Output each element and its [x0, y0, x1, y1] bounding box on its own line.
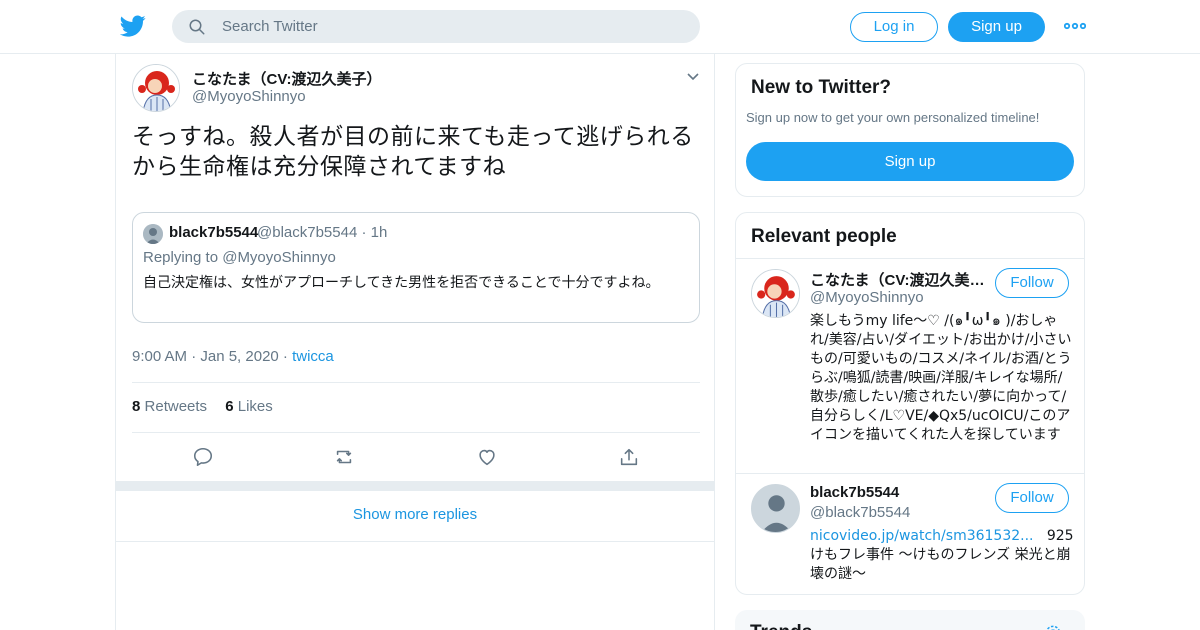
- person-item[interactable]: こなたま（CV:渡辺久美子） @MyoyoShinnyo Follow 楽しもう…: [736, 259, 1084, 473]
- new-to-twitter-card: New to Twitter? Sign up now to get your …: [735, 63, 1085, 197]
- person-avatar[interactable]: [751, 269, 800, 318]
- signup-button[interactable]: Sign up: [948, 12, 1045, 42]
- author-handle[interactable]: @MyoyoShinnyo: [192, 88, 306, 105]
- chevron-down-icon[interactable]: [686, 72, 700, 82]
- retweets-count[interactable]: 8: [132, 398, 140, 415]
- more-dots-icon[interactable]: [1064, 20, 1086, 32]
- show-more-replies-link[interactable]: Show more replies: [116, 506, 714, 523]
- quoted-replying-to: Replying to @MyoyoShinnyo: [143, 249, 336, 266]
- divider: [132, 432, 700, 433]
- tweet-time-date[interactable]: 9:00 AM · Jan 5, 2020 ·: [132, 348, 292, 365]
- tweet-timestamp: 9:00 AM · Jan 5, 2020 · twicca: [132, 348, 334, 365]
- quoted-author-handle: @black7b5544 · 1h: [257, 224, 388, 241]
- person-handle[interactable]: @MyoyoShinnyo: [810, 289, 924, 306]
- retweet-icon[interactable]: [333, 446, 355, 468]
- default-profile-icon: [143, 224, 163, 244]
- person-item[interactable]: black7b5544 @black7b5544 Follow nicovide…: [736, 474, 1084, 594]
- person-bio: 楽しもうmy life〜♡ /(๑╹ω╹๑ )/おしゃれ/美容/占い/ダイエット…: [810, 313, 1072, 443]
- quoted-author-name: black7b5544: [169, 224, 259, 241]
- person-handle[interactable]: @black7b5544: [810, 504, 910, 521]
- twitter-bird-icon[interactable]: [120, 13, 146, 39]
- quoted-avatar: [143, 224, 163, 244]
- avatar-illustration-icon: [133, 65, 179, 111]
- retweets-label[interactable]: Retweets: [145, 398, 208, 415]
- reply-icon[interactable]: [192, 446, 214, 468]
- new-to-twitter-title: New to Twitter?: [751, 77, 892, 98]
- divider: [132, 382, 700, 383]
- quoted-tweet[interactable]: black7b5544 @black7b5544 · 1h Replying t…: [132, 212, 700, 323]
- trends-card: Trends: [735, 610, 1085, 630]
- login-button[interactable]: Log in: [850, 12, 938, 42]
- tweet-text: そっすね。殺人者が目の前に来ても走って逃げられるから生命権は充分保障されてますね: [132, 124, 694, 180]
- search-bar[interactable]: [172, 10, 700, 43]
- trends-title: Trends: [750, 622, 812, 630]
- new-to-twitter-subtitle: Sign up now to get your own personalized…: [746, 110, 1040, 125]
- quoted-text: 自己決定権は、女性がアプローチしてきた男性を拒否できることで十分ですよね。: [143, 275, 660, 291]
- person-name[interactable]: こなたま（CV:渡辺久美子）: [810, 269, 990, 290]
- follow-button[interactable]: Follow: [995, 268, 1069, 298]
- avatar-illustration-icon: [752, 270, 799, 317]
- divider: [116, 541, 714, 542]
- person-bio: nicovideo.jp/watch/sm361532... 925けもフレ事件…: [810, 527, 1074, 584]
- tweet-source-link[interactable]: twicca: [292, 348, 334, 365]
- top-navigation-bar: Log in Sign up: [0, 0, 1200, 54]
- default-profile-icon: [752, 485, 799, 532]
- person-name[interactable]: black7b5544: [810, 484, 990, 501]
- like-heart-icon[interactable]: [476, 446, 498, 468]
- person-avatar[interactable]: [751, 484, 800, 533]
- follow-button[interactable]: Follow: [995, 483, 1069, 513]
- search-input[interactable]: [222, 10, 682, 43]
- tweet-stats: 8 Retweets 6 Likes: [132, 398, 273, 415]
- likes-label[interactable]: Likes: [238, 398, 273, 415]
- relevant-people-card: Relevant people こなたま（CV:渡辺久美子） @MyoyoShi…: [735, 212, 1085, 595]
- search-icon: [189, 19, 205, 35]
- gear-icon[interactable]: [1043, 623, 1063, 630]
- section-separator: [116, 481, 714, 491]
- tweet-column: こなたま（CV:渡辺久美子） @MyoyoShinnyo そっすね。殺人者が目の…: [115, 54, 715, 630]
- sidebar-signup-button[interactable]: Sign up: [746, 142, 1074, 181]
- author-avatar[interactable]: [132, 64, 180, 112]
- relevant-people-title: Relevant people: [751, 226, 897, 247]
- author-name[interactable]: こなたま（CV:渡辺久美子）: [192, 68, 382, 89]
- share-icon[interactable]: [618, 446, 640, 468]
- likes-count[interactable]: 6: [225, 398, 233, 415]
- bio-link[interactable]: nicovideo.jp/watch/sm361532...: [810, 528, 1034, 544]
